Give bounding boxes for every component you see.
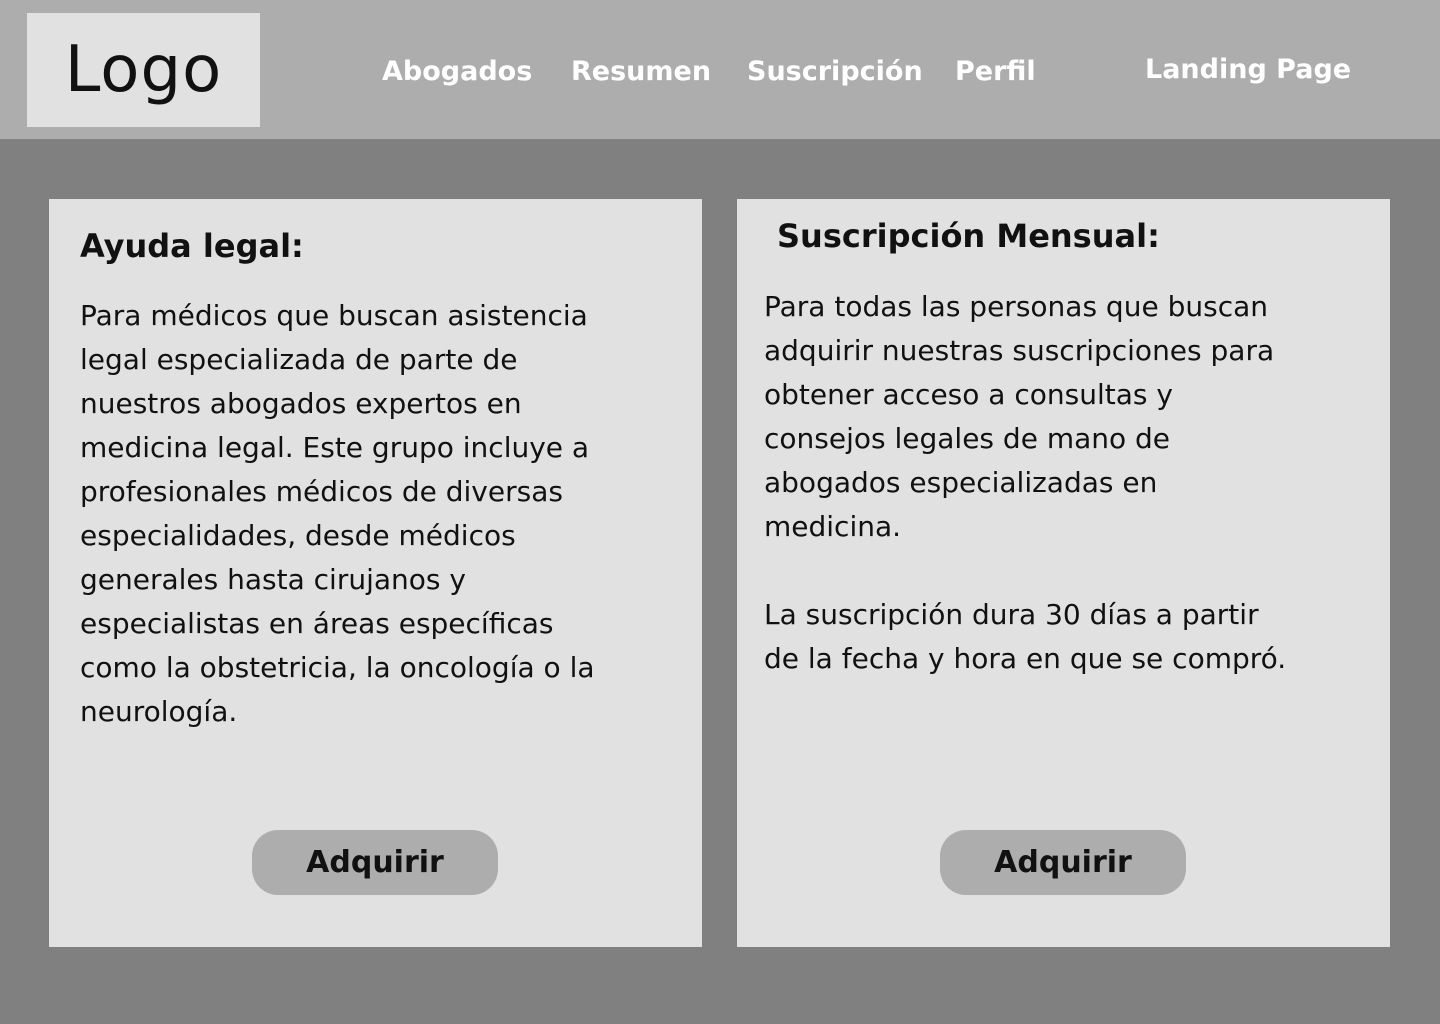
- logo[interactable]: Logo: [27, 13, 260, 127]
- nav-item-suscripcion[interactable]: Suscripción: [747, 55, 923, 89]
- card-title: Ayuda legal:: [80, 227, 304, 265]
- plan-card-suscripcion-mensual: Suscripción Mensual: Para todas las pers…: [737, 199, 1390, 947]
- logo-text: Logo: [64, 33, 223, 107]
- nav-item-abogados[interactable]: Abogados: [382, 55, 532, 89]
- adquirir-button[interactable]: Adquirir: [940, 830, 1186, 895]
- card-description: Para médicos que buscan asistencia legal…: [80, 299, 595, 728]
- nav-item-resumen[interactable]: Resumen: [571, 55, 711, 89]
- adquirir-button[interactable]: Adquirir: [252, 830, 498, 895]
- nav-item-landing-page[interactable]: Landing Page: [1145, 53, 1351, 87]
- card-description: Para todas las personas que buscan adqui…: [764, 290, 1287, 675]
- top-navigation-bar: Logo Abogados Resumen Suscripción Perfil…: [0, 0, 1440, 139]
- plan-card-ayuda-legal: Ayuda legal: Para médicos que buscan asi…: [49, 199, 702, 947]
- nav-item-perfil[interactable]: Perfil: [955, 55, 1036, 89]
- card-title: Suscripción Mensual:: [777, 217, 1160, 255]
